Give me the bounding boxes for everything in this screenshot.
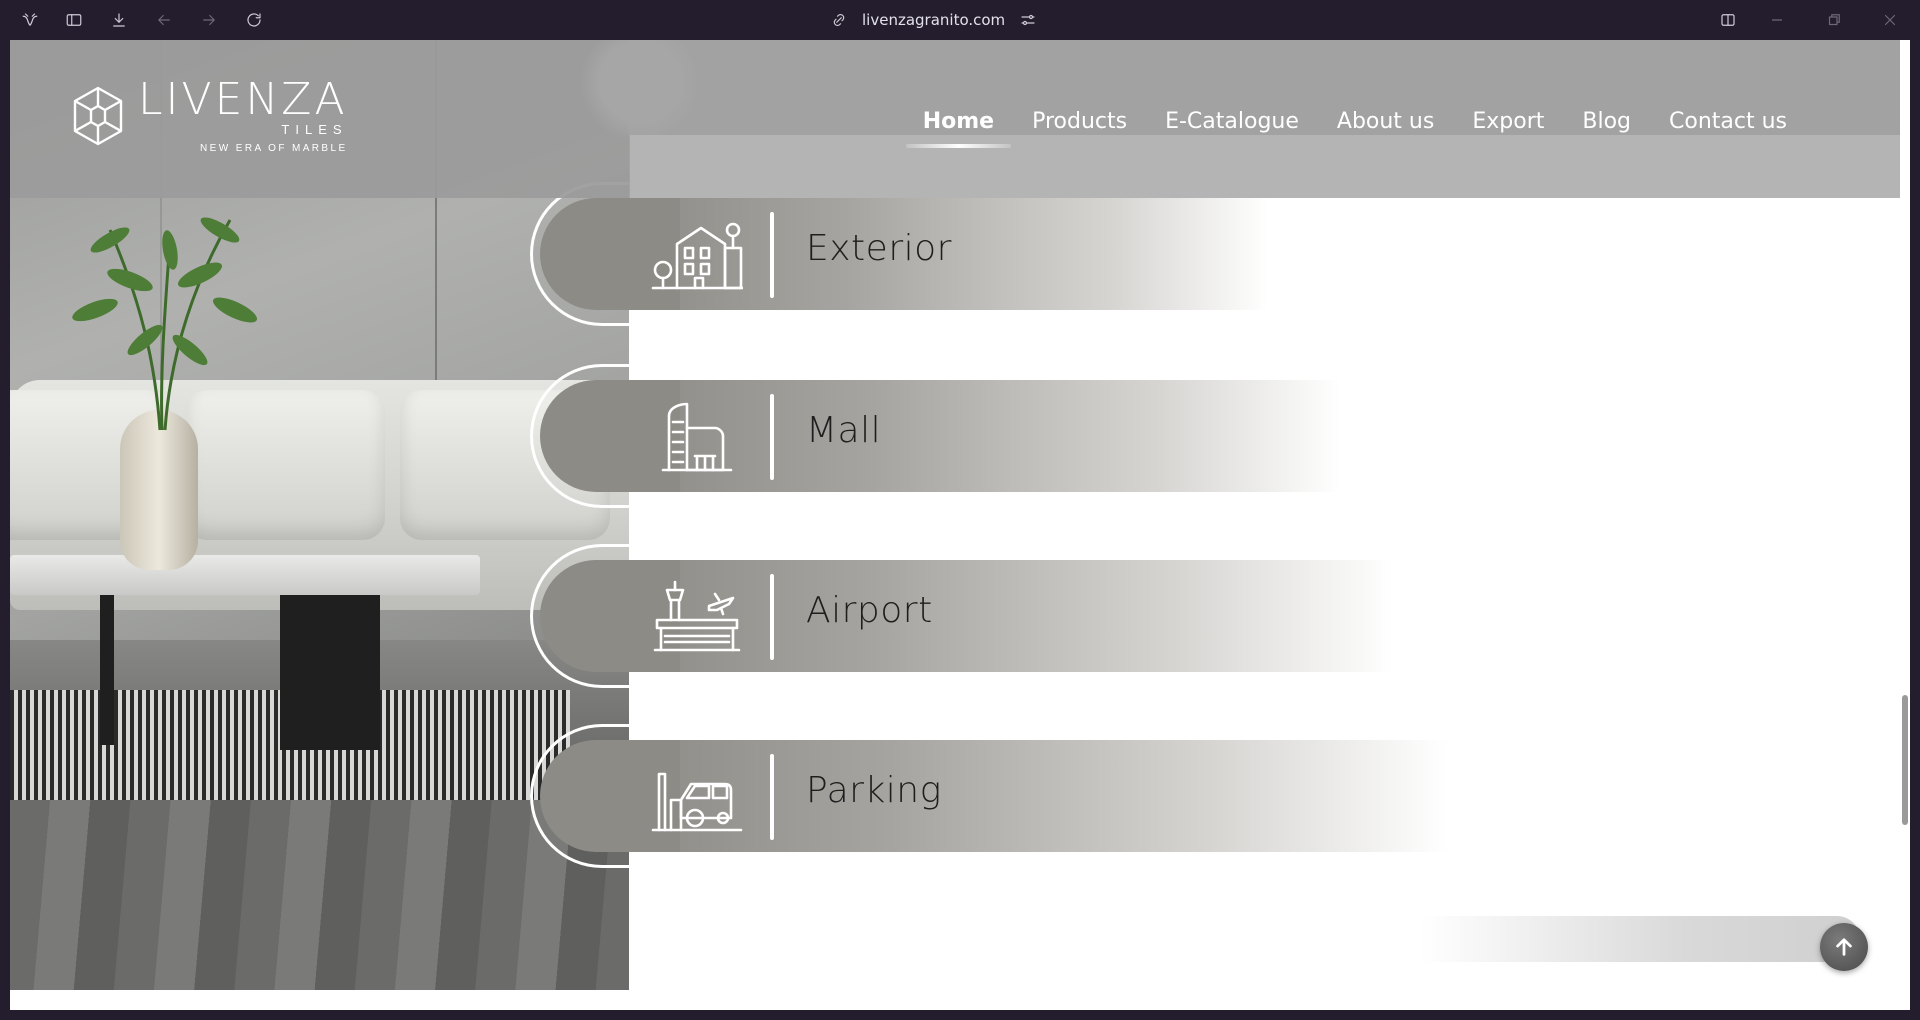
site-header: LIVENZA TILES NEW ERA OF MARBLE Home Pro… <box>10 40 1900 198</box>
nav-export[interactable]: Export <box>1453 103 1563 140</box>
scroll-to-top-button[interactable] <box>1820 923 1868 971</box>
category-label: Airport <box>806 590 933 631</box>
logo-cube-icon <box>72 85 124 147</box>
page-viewport: Exterior Mall Airport Parking LIVENZA TI… <box>10 40 1910 1010</box>
scrollbar-thumb[interactable] <box>1902 695 1908 825</box>
category-airport[interactable]: Airport <box>530 544 1530 688</box>
building-icon <box>647 216 747 292</box>
nav-blog[interactable]: Blog <box>1563 103 1650 140</box>
close-icon[interactable] <box>1878 8 1902 32</box>
category-label: Parking <box>806 770 942 811</box>
nav-e-catalogue[interactable]: E-Catalogue <box>1146 103 1318 140</box>
category-exterior[interactable]: Exterior <box>530 182 1530 326</box>
back-icon[interactable] <box>152 8 176 32</box>
main-nav: Home Products E-Catalogue About us Expor… <box>904 103 1806 148</box>
site-logo[interactable]: LIVENZA TILES NEW ERA OF MARBLE <box>72 78 348 154</box>
browser-logo-icon[interactable] <box>18 8 42 32</box>
mall-icon <box>647 398 747 474</box>
nav-products[interactable]: Products <box>1013 103 1146 140</box>
nav-about-us[interactable]: About us <box>1318 103 1453 140</box>
address-bar[interactable]: livenzagranito.com <box>830 8 1037 32</box>
site-settings-icon[interactable] <box>1019 11 1037 29</box>
category-label: Exterior <box>806 228 952 269</box>
airport-icon <box>647 578 747 654</box>
decorative-band <box>1420 916 1860 962</box>
arrow-up-icon <box>1836 938 1852 956</box>
category-parking[interactable]: Parking <box>530 724 1530 868</box>
url-text: livenzagranito.com <box>862 11 1006 29</box>
nav-home[interactable]: Home <box>904 103 1013 148</box>
sidebar-toggle-icon[interactable] <box>62 8 86 32</box>
page-scrollbar[interactable] <box>1900 40 1910 1010</box>
forward-icon[interactable] <box>197 8 221 32</box>
page-bottom-strip <box>10 990 1900 1010</box>
logo-name: LIVENZA <box>138 74 348 125</box>
minimize-icon[interactable] <box>1765 8 1789 32</box>
restore-icon[interactable] <box>1822 8 1846 32</box>
browser-toolbar: livenzagranito.com <box>0 0 1920 40</box>
link-icon <box>833 13 845 27</box>
parking-icon <box>647 758 747 834</box>
reload-icon[interactable] <box>242 8 266 32</box>
split-view-icon[interactable] <box>1716 8 1740 32</box>
category-label: Mall <box>806 410 882 451</box>
logo-tagline: NEW ERA OF MARBLE <box>200 143 348 154</box>
category-mall[interactable]: Mall <box>530 364 1530 508</box>
logo-sub: TILES <box>281 122 348 137</box>
download-icon[interactable] <box>107 8 131 32</box>
nav-contact-us[interactable]: Contact us <box>1650 103 1806 140</box>
